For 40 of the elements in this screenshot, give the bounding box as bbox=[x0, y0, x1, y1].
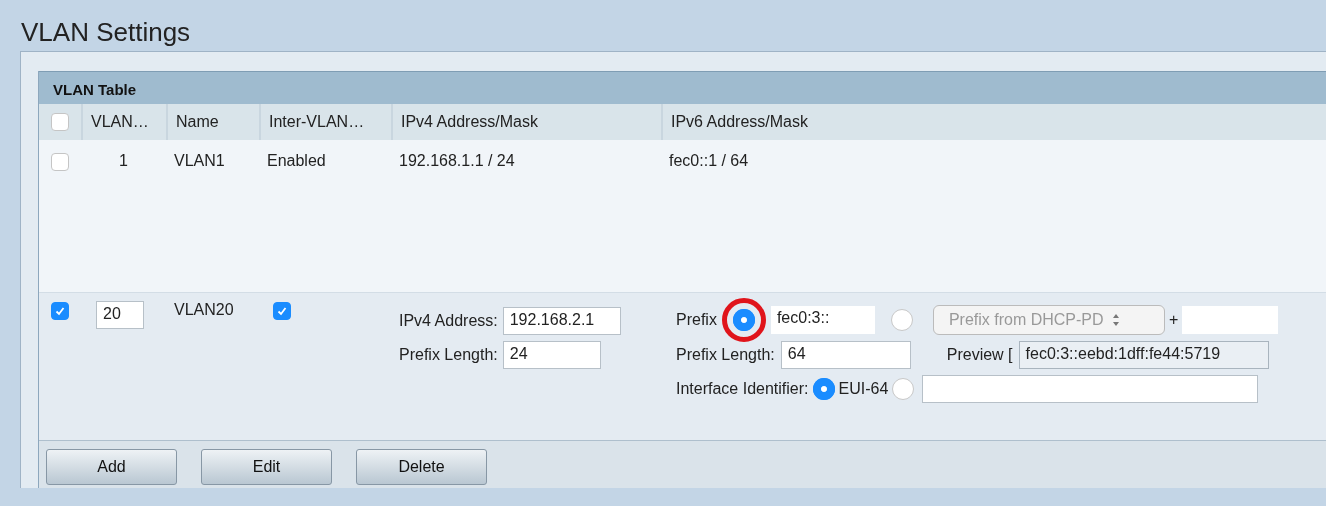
table-cell: 1 bbox=[119, 152, 128, 169]
table-cell: VLAN1 bbox=[174, 152, 225, 169]
updown-caret-icon bbox=[1111, 313, 1120, 327]
column-header[interactable]: VLAN… bbox=[81, 104, 166, 140]
column-header[interactable]: IPv6 Address/Mask bbox=[661, 104, 1326, 140]
field-label: Prefix Length: bbox=[399, 346, 498, 364]
column-header[interactable]: Inter-VLAN… bbox=[259, 104, 391, 140]
vlan-id-field[interactable]: 20 bbox=[96, 301, 144, 329]
interface-id-field[interactable] bbox=[922, 375, 1259, 403]
ipv4-address-field[interactable]: 192.168.2.1 bbox=[502, 307, 621, 335]
field-label: Interface Identifier: bbox=[676, 380, 809, 398]
field-label: Preview [ bbox=[946, 346, 1013, 364]
table-title-bar: VLAN Table bbox=[39, 71, 1326, 104]
table-cell: 192.168.1.1 / 24 bbox=[399, 152, 515, 169]
select-all-checkbox[interactable] bbox=[51, 113, 69, 131]
action-button[interactable]: Delete bbox=[356, 449, 487, 485]
table-cell: fec0::1 / 64 bbox=[669, 152, 749, 169]
table-cell: Enabled bbox=[267, 152, 326, 169]
action-button[interactable]: Edit bbox=[201, 449, 332, 485]
prefix-length-field[interactable]: 64 bbox=[780, 341, 911, 369]
input-field[interactable] bbox=[1182, 306, 1279, 334]
column-header[interactable]: Name bbox=[166, 104, 259, 140]
plus-sign: + bbox=[1168, 311, 1179, 329]
prefix-field[interactable]: fec0:3:: bbox=[770, 306, 875, 334]
row-checkbox[interactable] bbox=[51, 301, 69, 320]
inter-vlan-checkbox[interactable] bbox=[273, 301, 291, 320]
field-label: IPv4 Address: bbox=[399, 312, 498, 330]
prefix-length-field[interactable]: 24 bbox=[502, 341, 601, 369]
row-checkbox[interactable] bbox=[51, 152, 69, 171]
table-cell: VLAN20 bbox=[174, 301, 234, 318]
field-label: Prefix Length: bbox=[676, 346, 775, 364]
preview-field[interactable]: fec0:3::eebd:1dff:fe44:5719 bbox=[1018, 341, 1269, 369]
radio-button[interactable] bbox=[812, 378, 835, 400]
field-label: Prefix bbox=[676, 311, 717, 329]
option-label: EUI-64 bbox=[838, 380, 889, 398]
action-button[interactable]: Add bbox=[46, 449, 177, 485]
page-title: VLAN Settings bbox=[20, 16, 192, 49]
radio-button[interactable] bbox=[732, 309, 755, 331]
column-header[interactable]: IPv4 Address/Mask bbox=[391, 104, 661, 140]
radio-button[interactable] bbox=[892, 378, 915, 400]
